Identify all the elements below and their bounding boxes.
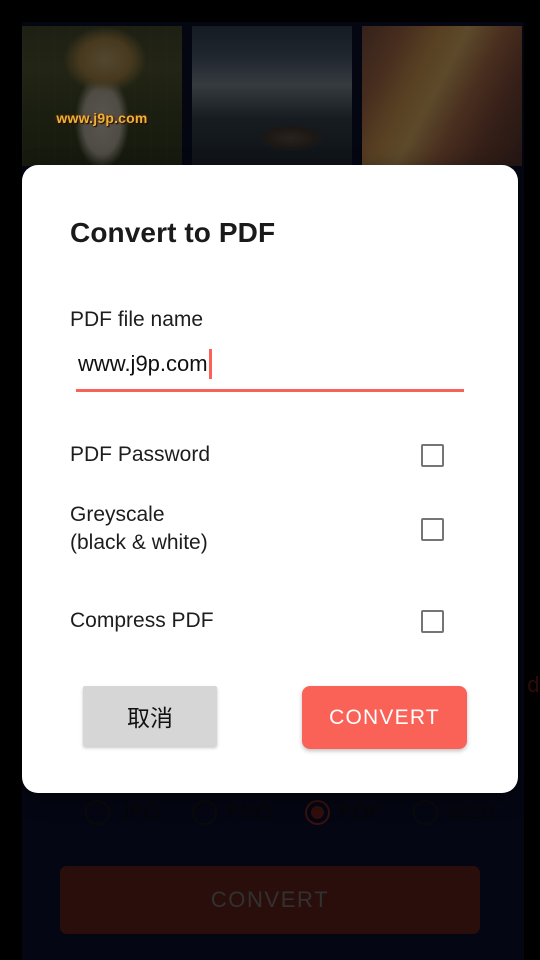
- option-label-pdf-password: PDF Password: [70, 443, 211, 466]
- checkbox-pdf-password[interactable]: [421, 443, 444, 467]
- format-label-png: PNG: [226, 800, 273, 824]
- format-label-webp: WEB: [447, 800, 496, 824]
- radio-icon-pdf-selected[interactable]: [304, 800, 330, 825]
- checkbox-compress-pdf[interactable]: [421, 609, 444, 633]
- option-row-pdf-password[interactable]: PDF Password: [70, 441, 470, 469]
- pdf-filename-value: www.j9p.com: [78, 351, 208, 376]
- background-convert-button[interactable]: CONVERT: [60, 866, 480, 934]
- clipped-background-text: d: [527, 672, 540, 697]
- radio-icon-jpg[interactable]: [85, 800, 110, 825]
- option-row-compress-pdf[interactable]: Compress PDF: [70, 607, 470, 635]
- thumbnail-portrait-woman-with-straw-hat[interactable]: www.j9p.com: [22, 26, 182, 166]
- dialog-convert-button[interactable]: CONVERT: [302, 686, 467, 749]
- option-label-compress-pdf: Compress PDF: [70, 609, 214, 632]
- format-label-jpg: JPG: [119, 800, 161, 824]
- format-option-webp[interactable]: WEB: [413, 800, 495, 825]
- checkbox-greyscale[interactable]: [421, 517, 444, 541]
- cancel-button[interactable]: 取消: [83, 686, 217, 746]
- radio-icon-png[interactable]: [192, 800, 218, 825]
- option-label-greyscale-line2: (black & white): [70, 531, 208, 554]
- thumbnail-mountain-lake-landscape[interactable]: [192, 26, 352, 166]
- format-option-png[interactable]: PNG: [192, 800, 272, 825]
- filename-label: PDF file name: [70, 308, 204, 331]
- watermark-text: www.j9p.com: [56, 110, 148, 126]
- pdf-filename-input[interactable]: www.j9p.com: [76, 349, 464, 392]
- dialog-title: Convert to PDF: [70, 217, 276, 248]
- option-row-greyscale[interactable]: Greyscale (black & white): [70, 501, 470, 557]
- format-option-jpg[interactable]: JPG: [85, 800, 160, 825]
- output-format-radio-group: JPG PNG PDF WEB: [85, 800, 496, 825]
- image-thumbnail-strip: www.j9p.com: [22, 26, 522, 166]
- thumbnail-slot-canyon-rock-formation[interactable]: [362, 26, 522, 166]
- convert-to-pdf-dialog: Convert to PDF PDF file name www.j9p.com…: [22, 165, 518, 793]
- option-label-greyscale: Greyscale (black & white): [70, 501, 208, 557]
- format-option-pdf[interactable]: PDF: [304, 800, 382, 825]
- format-label-pdf: PDF: [338, 800, 382, 824]
- option-label-greyscale-line1: Greyscale: [70, 503, 165, 526]
- radio-icon-webp[interactable]: [413, 800, 439, 825]
- text-cursor: [209, 349, 212, 379]
